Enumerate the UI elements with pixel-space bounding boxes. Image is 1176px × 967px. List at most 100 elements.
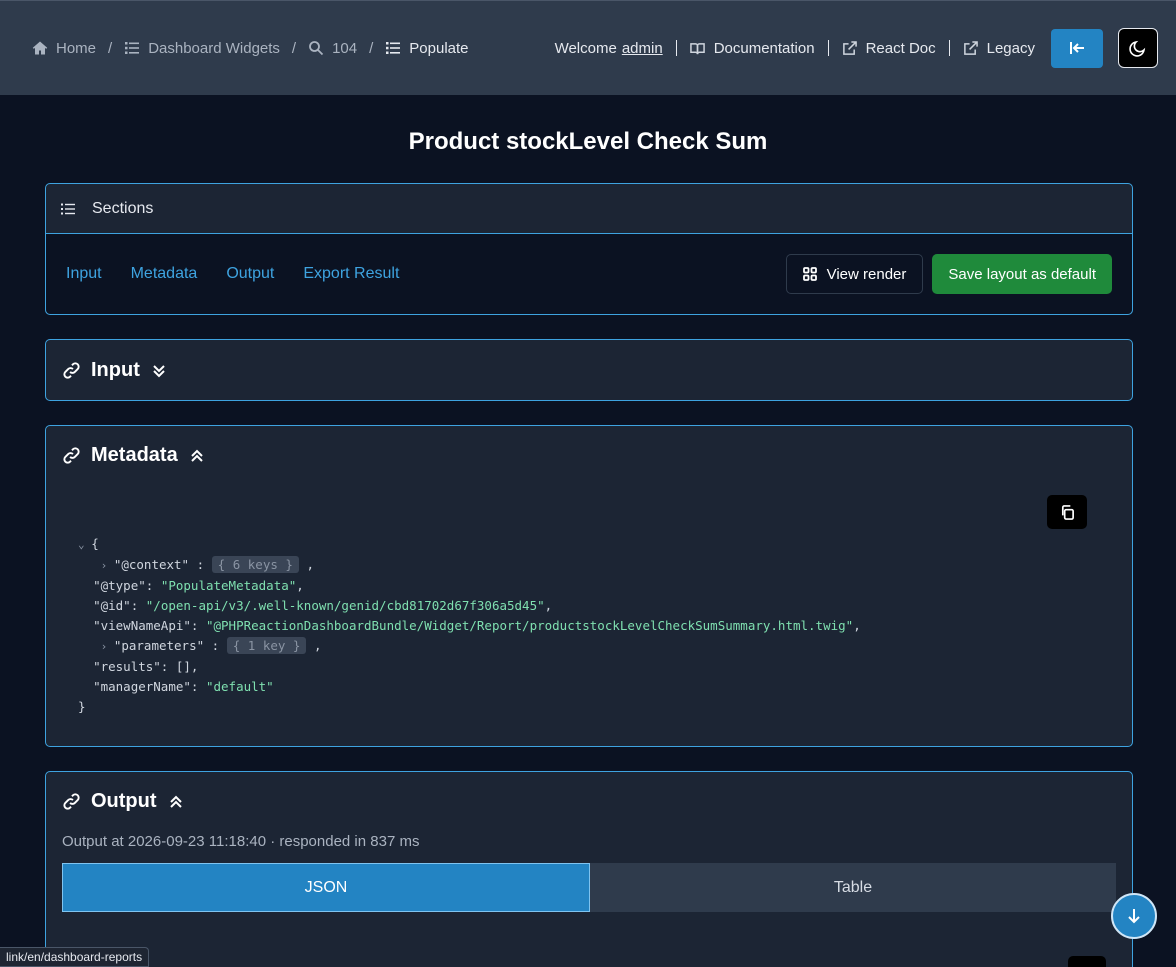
json-row: "results": [], — [93, 659, 199, 674]
legacy-label: Legacy — [986, 39, 1035, 57]
chevrons-up-icon — [190, 449, 203, 462]
breadcrumb-home-label: Home — [56, 39, 97, 57]
section-link-export-result[interactable]: Export Result — [303, 265, 399, 283]
search-icon — [309, 41, 324, 56]
theme-toggle-button[interactable] — [1118, 28, 1158, 68]
json-brace-open: { — [91, 536, 99, 551]
collapse-arrow-icon[interactable]: ⌄ — [78, 538, 91, 551]
json-row: "managerName": "default" — [93, 679, 274, 694]
welcome-text: Welcome — [554, 39, 617, 57]
json-row: "@id": "/open-api/v3/.well-known/genid/c… — [93, 598, 553, 613]
json-row: "@type": "PopulateMetadata", — [93, 578, 304, 593]
section-link-input[interactable]: Input — [66, 265, 102, 283]
book-icon — [689, 42, 705, 54]
status-bar-url: link/en/dashboard-reports — [0, 947, 150, 967]
breadcrumb-home[interactable]: Home — [32, 40, 96, 57]
grid-icon — [802, 267, 817, 281]
metadata-section-header[interactable]: Metadata — [62, 444, 1116, 467]
json-brace-close: } — [78, 699, 86, 714]
json-row: "viewNameApi": "@PHPReactionDashboardBun… — [93, 618, 861, 633]
sections-body: Input Metadata Output Export Result View… — [46, 234, 1132, 314]
arrow-left-to-line-icon — [1070, 42, 1084, 54]
view-render-button[interactable]: View render — [785, 254, 924, 294]
list-icon — [386, 42, 401, 54]
nav-divider — [948, 40, 950, 56]
sections-header: Sections — [46, 184, 1132, 234]
json-collapsed-summary[interactable]: { 1 key } — [226, 637, 307, 654]
json-key: "@context" — [113, 557, 190, 572]
output-section-title: Output — [91, 790, 157, 812]
collapse-sidebar-button[interactable] — [1051, 28, 1103, 68]
top-navbar: Home / Dashboard Widgets / 104 / Populat… — [0, 0, 1176, 95]
json-key: "results" — [93, 659, 161, 674]
json-row: } — [78, 697, 861, 717]
input-section: Input — [45, 339, 1133, 401]
breadcrumb-separator: / — [291, 39, 297, 57]
copy-icon — [1061, 504, 1074, 520]
documentation-label: Documentation — [713, 39, 815, 57]
section-link-output[interactable]: Output — [226, 265, 274, 283]
json-value: [] — [175, 659, 191, 674]
breadcrumb-dashboard-widgets[interactable]: Dashboard Widgets — [124, 40, 280, 57]
tab-table[interactable]: Table — [590, 863, 1116, 912]
json-row: › "parameters" : { 1 key } , — [100, 637, 322, 654]
external-link-icon — [963, 40, 978, 55]
json-value: "/open-api/v3/.well-known/genid/cbd81702… — [145, 598, 545, 613]
nav-divider — [675, 40, 677, 56]
json-row: › "@context" : { 6 keys } , — [100, 556, 314, 573]
breadcrumb: Home / Dashboard Widgets / 104 / Populat… — [32, 40, 469, 57]
json-key: "managerName" — [93, 679, 191, 694]
page-title: Product stockLevel Check Sum — [408, 128, 768, 155]
json-row: ⌄ { — [78, 534, 861, 555]
output-section-header[interactable]: Output — [62, 790, 1116, 813]
arrow-down-icon — [1128, 909, 1140, 924]
breadcrumb-id[interactable]: 104 — [308, 40, 357, 57]
sections-title: Sections — [92, 199, 154, 217]
documentation-link[interactable]: Documentation — [689, 39, 815, 57]
nav-divider — [827, 40, 829, 56]
save-layout-label: Save layout as default — [948, 265, 1096, 283]
copy-json-button[interactable] — [1047, 495, 1087, 529]
section-link-metadata[interactable]: Metadata — [131, 265, 198, 283]
external-link-icon — [842, 40, 857, 55]
tab-json[interactable]: JSON — [62, 863, 590, 912]
json-key: "@type" — [93, 578, 146, 593]
react-doc-label: React Doc — [865, 39, 936, 57]
copy-output-button[interactable] — [1068, 956, 1106, 967]
expand-arrow-icon[interactable]: › — [101, 640, 114, 653]
breadcrumb-dashboard-widgets-label: Dashboard Widgets — [148, 39, 280, 57]
chevrons-up-icon — [169, 795, 182, 808]
section-actions: View render Save layout as default — [785, 254, 1112, 294]
chevrons-down-icon — [153, 364, 165, 377]
json-key: "parameters" — [113, 638, 205, 653]
moon-icon — [1129, 40, 1146, 57]
home-icon — [32, 41, 48, 55]
output-tabs: JSON Table — [62, 863, 1116, 912]
breadcrumb-separator: / — [369, 39, 374, 57]
list-icon — [61, 203, 75, 214]
breadcrumb-id-label: 104 — [332, 39, 358, 57]
metadata-section-title: Metadata — [91, 444, 178, 466]
json-viewer: ⌄ { › "@context" : { 6 keys } , "@type":… — [78, 534, 861, 717]
output-meta: Output at 2026-09-23 11:18:40 · responde… — [62, 833, 420, 850]
save-layout-button[interactable]: Save layout as default — [932, 254, 1112, 294]
legacy-link[interactable]: Legacy — [963, 40, 1035, 57]
expand-arrow-icon[interactable]: › — [101, 559, 114, 572]
json-key: "@id" — [93, 598, 131, 613]
input-section-title: Input — [91, 359, 140, 381]
json-value: "@PHPReactionDashboardBundle/Widget/Repo… — [205, 618, 854, 633]
scroll-down-button[interactable] — [1111, 893, 1157, 939]
json-value: "default" — [205, 679, 274, 694]
input-section-header[interactable]: Input — [62, 359, 1116, 382]
breadcrumb-current: Populate — [385, 40, 469, 57]
json-collapsed-summary[interactable]: { 6 keys } — [211, 556, 299, 573]
user-link[interactable]: admin — [622, 40, 663, 57]
link-icon — [63, 793, 80, 810]
json-value: "PopulateMetadata" — [160, 578, 297, 593]
react-doc-link[interactable]: React Doc — [842, 40, 936, 57]
link-icon — [63, 362, 80, 379]
view-render-label: View render — [826, 265, 907, 283]
nav-right: Welcome admin Documentation React Doc Le… — [555, 28, 1158, 68]
list-icon — [125, 42, 140, 54]
sections-card: Sections Input Metadata Output Export Re… — [45, 183, 1133, 315]
